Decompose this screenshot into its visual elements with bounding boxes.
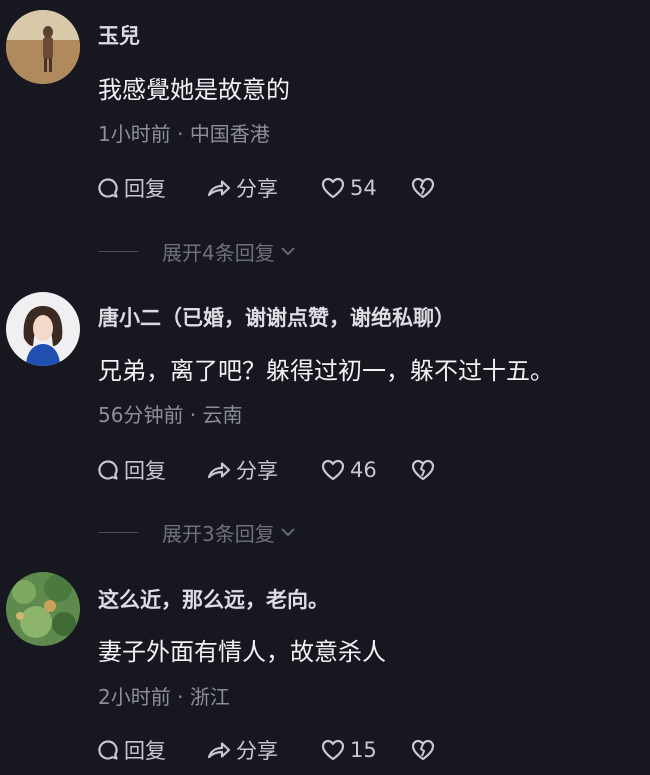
like-count: 46 — [350, 458, 377, 482]
heart-icon — [321, 177, 345, 199]
reply-label: 回复 — [124, 459, 166, 483]
username[interactable]: 这么近，那么远，老向。 — [98, 584, 329, 614]
comment-actions: 回复 分享 46 — [96, 455, 436, 485]
share-arrow-icon — [207, 180, 231, 197]
share-button[interactable]: 分享 — [206, 455, 320, 485]
comment-bubble-icon — [98, 460, 118, 480]
like-button[interactable]: 46 — [320, 458, 410, 482]
expand-label: 展开3条回复 — [162, 521, 275, 546]
dislike-button[interactable] — [410, 738, 436, 762]
reply-label: 回复 — [124, 739, 166, 763]
dislike-button[interactable] — [410, 458, 436, 482]
comment-location: 中国香港 — [189, 122, 270, 146]
meta-separator: · — [170, 685, 190, 709]
share-label: 分享 — [236, 739, 278, 763]
comment-bubble-icon — [98, 740, 118, 760]
like-button[interactable]: 54 — [320, 176, 410, 200]
like-button[interactable]: 15 — [320, 738, 410, 762]
comment-text: 我感覺她是故意的 — [98, 76, 290, 104]
chevron-down-icon — [281, 528, 295, 537]
comment-actions: 回复 分享 54 — [96, 173, 436, 203]
share-button[interactable]: 分享 — [206, 173, 320, 203]
meta-separator: · — [183, 403, 203, 427]
like-count: 54 — [350, 176, 377, 200]
comment-meta: 2小时前 · 浙江 — [98, 681, 230, 710]
share-button[interactable]: 分享 — [206, 735, 320, 765]
broken-heart-icon — [411, 459, 435, 481]
avatar[interactable] — [6, 572, 80, 646]
comment-actions: 回复 分享 15 — [96, 735, 436, 765]
broken-heart-icon — [411, 739, 435, 761]
comment-text: 兄弟，离了吧？躲得过初一，躲不过十五。 — [98, 357, 554, 385]
reply-button[interactable]: 回复 — [96, 455, 206, 485]
heart-icon — [321, 459, 345, 481]
avatar[interactable] — [6, 10, 80, 84]
comment-time: 2小时前 — [98, 685, 171, 709]
comment-location: 云南 — [202, 403, 243, 427]
expand-replies-button[interactable]: 展开4条回复 — [98, 236, 297, 266]
avatar[interactable] — [6, 292, 80, 366]
comment-meta: 1小时前 · 中国香港 — [98, 118, 270, 147]
chevron-down-icon — [281, 247, 295, 256]
broken-heart-icon — [411, 177, 435, 199]
reply-label: 回复 — [124, 177, 166, 201]
expand-replies-button[interactable]: 展开3条回复 — [98, 517, 297, 547]
like-count: 15 — [350, 738, 377, 762]
comment-bubble-icon — [98, 178, 118, 198]
reply-button[interactable]: 回复 — [96, 735, 206, 765]
share-arrow-icon — [207, 742, 231, 759]
divider — [98, 531, 138, 533]
comment-text: 妻子外面有情人，故意杀人 — [98, 638, 386, 666]
share-label: 分享 — [236, 459, 278, 483]
comment-location: 浙江 — [189, 685, 230, 709]
comment-meta: 56分钟前 · 云南 — [98, 399, 243, 428]
share-label: 分享 — [236, 177, 278, 201]
comment-time: 56分钟前 — [98, 403, 184, 427]
reply-button[interactable]: 回复 — [96, 173, 206, 203]
dislike-button[interactable] — [410, 176, 436, 200]
expand-label: 展开4条回复 — [162, 240, 275, 265]
meta-separator: · — [170, 122, 190, 146]
share-arrow-icon — [207, 462, 231, 479]
username[interactable]: 唐小二（已婚，谢谢点赞，谢绝私聊） — [98, 302, 455, 332]
username[interactable]: 玉兒 — [98, 20, 140, 50]
divider — [98, 250, 138, 252]
heart-icon — [321, 739, 345, 761]
comment-time: 1小时前 — [98, 122, 171, 146]
